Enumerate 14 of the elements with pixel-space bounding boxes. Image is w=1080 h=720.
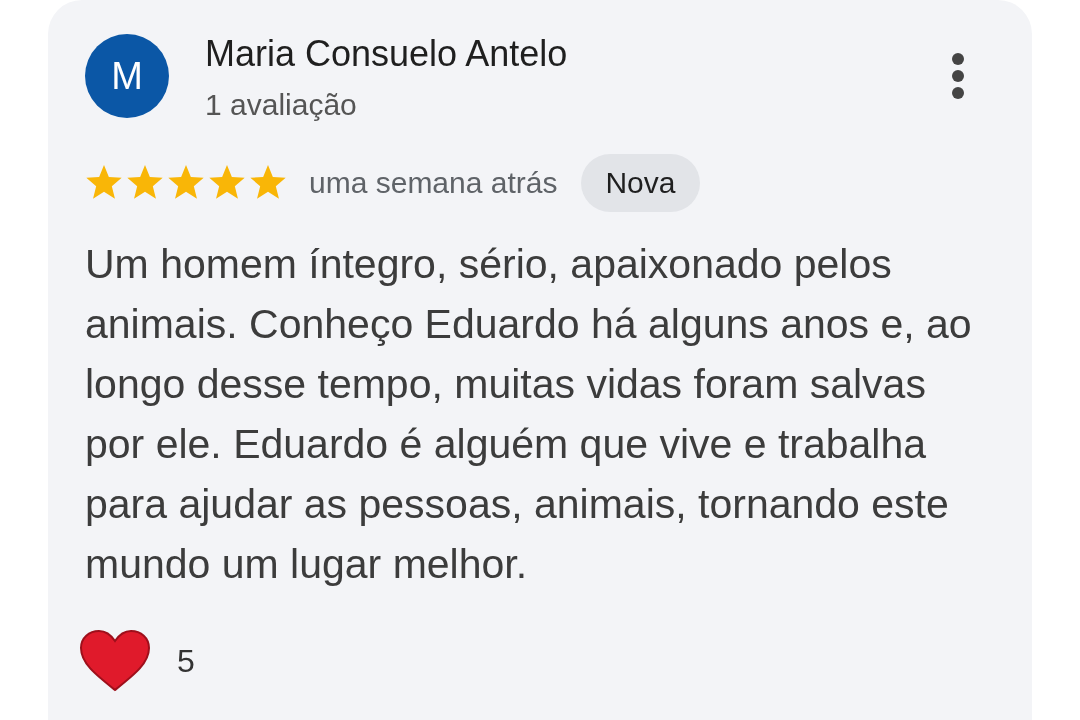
review-date: uma semana atrás xyxy=(309,166,558,200)
more-options-icon[interactable] xyxy=(951,52,965,100)
new-badge: Nova xyxy=(581,154,700,212)
review-text: Um homem íntegro, sério, apaixonado pelos animais. Conheço Eduardo há alguns anos e, ao longo desse tempo, muitas vidas foram salvas por ele. Eduardo é alguém que vive e trabalha para ajudar as pessoas, animais, tornando este mundo um lugar melhor. xyxy=(85,240,973,589)
avatar[interactable]: M xyxy=(85,34,169,118)
star-icon xyxy=(249,165,287,201)
author-name[interactable]: Maria Consuelo Antelo xyxy=(205,34,951,74)
reaction-count: 5 xyxy=(177,642,195,680)
star-icon xyxy=(85,165,123,201)
review-count: 1 avaliação xyxy=(205,88,358,122)
star-icon xyxy=(126,165,164,201)
star-icon xyxy=(167,165,205,201)
star-icon xyxy=(208,165,246,201)
heart-icon[interactable] xyxy=(79,630,151,692)
